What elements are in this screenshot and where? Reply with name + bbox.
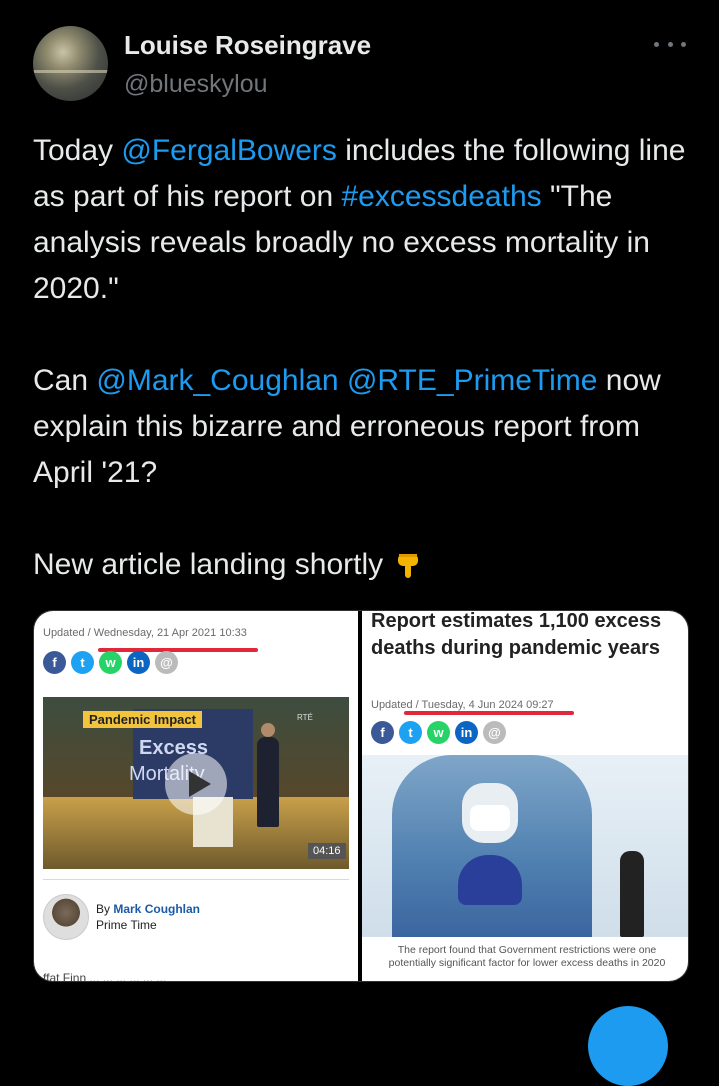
facebook-icon: f	[43, 651, 66, 674]
facebook-icon: f	[371, 721, 394, 744]
divider	[43, 879, 349, 880]
tweet-text: Today @FergalBowers includes the followi…	[33, 128, 703, 588]
tweet-media[interactable]: Updated / Wednesday, 21 Apr 2021 10:33 f…	[33, 610, 689, 982]
pointing-down-hand-icon	[398, 554, 419, 578]
tweet-paragraph-3-text: New article landing shortly	[33, 548, 384, 581]
tweet-paragraph-2: Can @Mark_Coughlan @RTE_PrimeTime now ex…	[33, 358, 703, 496]
more-options-icon[interactable]	[654, 36, 686, 52]
share-icons: f t w in @	[43, 651, 178, 674]
whatsapp-icon: w	[99, 651, 122, 674]
author-avatar[interactable]	[33, 26, 108, 101]
video-logo: RTÉ	[297, 713, 313, 722]
tweet-paragraph-3: New article landing shortly	[33, 542, 703, 588]
author-display-name[interactable]: Louise Roseingrave	[124, 30, 371, 61]
tweet-paragraph-1: Today @FergalBowers includes the followi…	[33, 128, 703, 312]
linkedin-icon: in	[127, 651, 150, 674]
tweet-link[interactable]: @Mark_Coughlan	[96, 364, 338, 397]
author-handle[interactable]: @blueskylou	[124, 70, 268, 99]
tweet-link[interactable]: @RTE_PrimeTime	[347, 364, 598, 397]
video-thumbnail[interactable]: Pandemic Impact Excess Mortality RTÉ 04:…	[43, 697, 349, 869]
byline-show: Prime Time	[96, 918, 157, 932]
media-image-left[interactable]: Updated / Wednesday, 21 Apr 2021 10:33 f…	[34, 611, 358, 981]
byline-author: Mark Coughlan	[113, 902, 201, 916]
author-photo	[43, 894, 89, 940]
play-icon[interactable]	[165, 753, 227, 815]
presenter	[257, 723, 279, 827]
twitter-icon: t	[399, 721, 422, 744]
updated-timestamp-right: Updated / Tuesday, 4 Jun 2024 09:27	[371, 699, 554, 711]
photo-caption: The report found that Government restric…	[388, 944, 666, 969]
compose-button[interactable]	[588, 1006, 668, 1086]
red-underline-right	[404, 711, 574, 715]
tweet-text-segment	[339, 364, 347, 397]
email-icon: @	[483, 721, 506, 744]
byline-prefix: By	[96, 902, 114, 916]
video-duration: 04:16	[308, 843, 346, 859]
article-headline: Report estimates 1,100 excess deaths dur…	[371, 611, 662, 659]
cut-off-text: ffat Finn ... ... ... ... ... ...	[43, 971, 167, 981]
twitter-icon: t	[71, 651, 94, 674]
video-tag: Pandemic Impact	[83, 711, 202, 728]
linkedin-icon: in	[455, 721, 478, 744]
tweet-text-segment: Can	[33, 364, 97, 397]
media-image-right[interactable]: Report estimates 1,100 excess deaths dur…	[362, 611, 688, 981]
tweet-link[interactable]: #excessdeaths	[342, 180, 542, 213]
whatsapp-icon: w	[427, 721, 450, 744]
share-icons-right: f t w in @	[371, 721, 506, 744]
tweet-link[interactable]: @FergalBowers	[121, 134, 337, 167]
byline: By Mark Coughlan	[96, 902, 200, 916]
email-icon: @	[155, 651, 178, 674]
tweet-text-segment: Today	[33, 134, 122, 167]
article-photo	[362, 755, 688, 937]
updated-timestamp: Updated / Wednesday, 21 Apr 2021 10:33	[43, 627, 247, 639]
